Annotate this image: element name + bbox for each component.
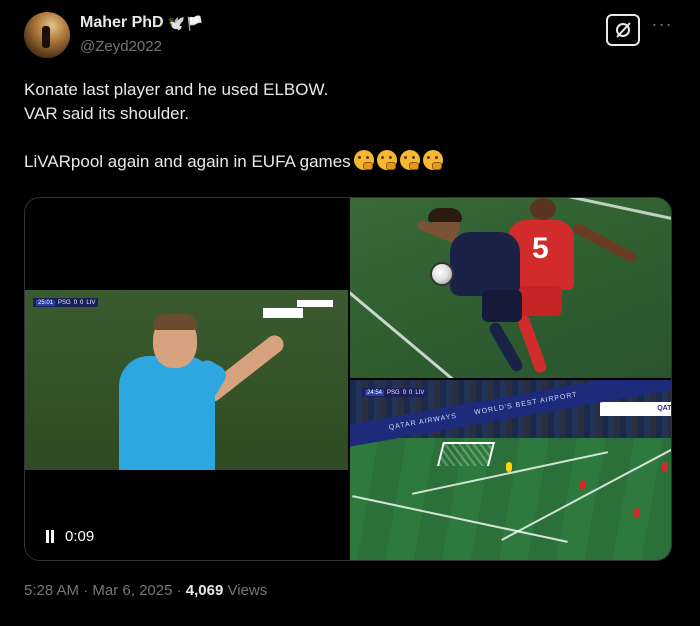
more-icon: ··· xyxy=(651,14,673,34)
tweet-line: Konate last player and he used ELBOW. xyxy=(24,80,329,99)
grok-icon xyxy=(616,22,631,38)
thinking-face-emoji xyxy=(353,150,374,170)
tweet-text: Konate last player and he used ELBOW. VA… xyxy=(24,78,674,174)
tweet-line-text: LiVARpool again and again in EUFA games xyxy=(24,152,351,171)
player-dot xyxy=(580,480,586,490)
score-bug-clock: 24:54 xyxy=(365,389,385,396)
more-options-button[interactable]: ··· xyxy=(650,14,674,42)
score-bug-away: LIV xyxy=(86,299,96,306)
score-bug-home-score: 0 xyxy=(402,389,407,396)
avatar[interactable] xyxy=(24,12,70,58)
views-label: Views xyxy=(227,582,268,599)
name-emojis: 🕊️🏳️ xyxy=(167,14,205,31)
thinking-face-emoji xyxy=(399,150,420,170)
redaction-box xyxy=(263,308,303,318)
player-dot xyxy=(634,508,640,518)
grok-button[interactable] xyxy=(606,14,640,46)
video-player[interactable]: 25:01 PSG 0 0 LIV 0:09 xyxy=(25,198,348,560)
score-bug: 25:01 PSG 0 0 LIV xyxy=(33,298,99,307)
player-red-arm xyxy=(571,222,639,264)
score-bug-away: LIV xyxy=(415,389,425,396)
pitch-line xyxy=(551,198,671,224)
playback-controls: 0:09 xyxy=(45,528,94,545)
shirt-number: 5 xyxy=(532,232,549,265)
tweet-line: LiVARpool again and again in EUFA games xyxy=(24,150,674,174)
user-handle[interactable]: @Zeyd2022 xyxy=(80,38,162,55)
player-navy-shirt xyxy=(450,232,520,296)
football xyxy=(430,262,454,286)
media-image-wide[interactable]: QATA QATAR AIRWAYS WORLD'S BEST AIRPORT … xyxy=(350,380,671,560)
player-navy-shorts xyxy=(482,290,522,322)
user-name-row: Maher PhD 🕊️🏳️ xyxy=(80,14,204,32)
separator: · xyxy=(176,582,182,599)
thinking-face-emoji xyxy=(422,150,443,170)
display-name[interactable]: Maher PhD xyxy=(80,14,164,32)
views-count: 4,069 xyxy=(185,582,224,599)
score-bug-home: PSG xyxy=(58,299,71,306)
separator: · xyxy=(83,582,89,599)
video-time: 0:09 xyxy=(65,528,95,545)
thinking-face-emoji xyxy=(376,150,397,170)
ad-board-right: QATA xyxy=(600,402,671,416)
media-grid: 25:01 PSG 0 0 LIV 0:09 5 QAT QATAR AIRWA… xyxy=(24,197,672,561)
tweet-date[interactable]: Mar 6, 2025 xyxy=(92,582,172,599)
tweet-meta: 5:28 AM · Mar 6, 2025 · 4,069 Views xyxy=(24,582,267,599)
broadcaster-logo xyxy=(297,300,333,307)
player-red-shorts xyxy=(518,286,562,316)
goal xyxy=(437,442,495,466)
score-bug-clock: 25:01 xyxy=(36,299,56,306)
score-bug: 24:54 PSG 0 0 LIV xyxy=(362,388,428,397)
pause-icon[interactable] xyxy=(45,530,55,543)
player-dot xyxy=(662,462,668,472)
score-bug-away-score: 0 xyxy=(80,299,84,306)
ad-text: QATAR AIRWAYS xyxy=(388,412,458,432)
goalkeeper xyxy=(506,462,512,472)
media-image-incident[interactable]: 5 xyxy=(350,198,671,378)
tweet-line xyxy=(24,126,674,150)
referee-badge xyxy=(173,422,195,438)
pitch xyxy=(350,438,671,560)
video-frame[interactable]: 25:01 PSG 0 0 LIV xyxy=(25,290,348,470)
player-red-head xyxy=(530,198,556,220)
score-bug-home: PSG xyxy=(387,389,400,396)
player-navy-hair xyxy=(428,208,462,222)
score-bug-away-score: 0 xyxy=(409,389,413,396)
tweet-line: VAR said its shoulder. xyxy=(24,104,190,123)
referee-hair xyxy=(153,314,197,330)
tweet-time[interactable]: 5:28 AM xyxy=(24,582,79,599)
score-bug-home-score: 0 xyxy=(73,299,78,306)
tweet: Maher PhD 🕊️🏳️ @Zeyd2022 ··· Konate last… xyxy=(0,0,700,626)
